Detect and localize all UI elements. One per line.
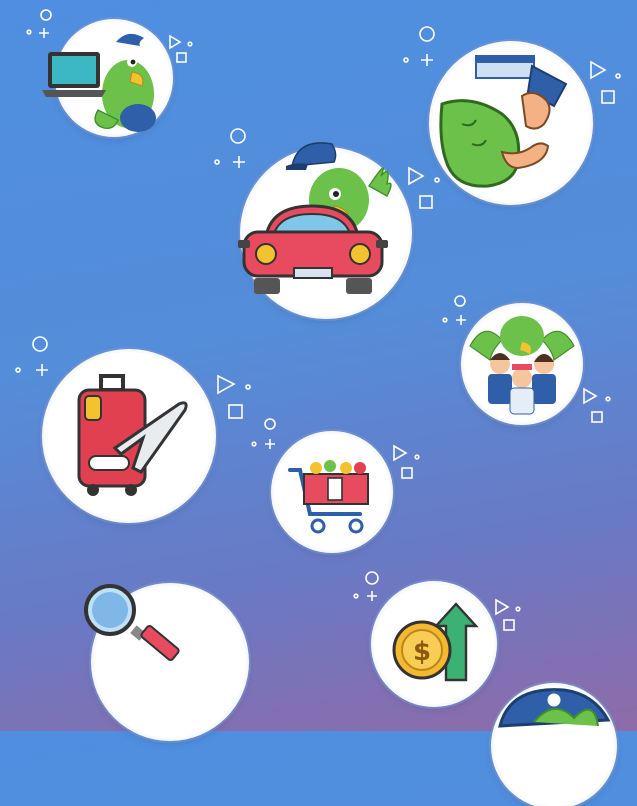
car-icon bbox=[238, 196, 388, 302]
svg-text:$: $ bbox=[413, 637, 431, 667]
cap-icon bbox=[284, 136, 344, 176]
luggage-plane-icon bbox=[77, 374, 188, 496]
bubble-coin: $ bbox=[374, 584, 494, 704]
sparkle-group-top-right-2 bbox=[585, 58, 625, 108]
bubble-parrot-cap bbox=[494, 686, 614, 806]
sparkle-group-luggage bbox=[212, 372, 256, 422]
sparkle-group-right-mid-2 bbox=[580, 385, 620, 429]
shopping-cart-icon bbox=[288, 460, 369, 534]
sparkle-group-coin-2 bbox=[492, 596, 528, 636]
bubble-handshake bbox=[432, 44, 590, 202]
parrot-cap-icon bbox=[498, 688, 611, 728]
laptop-icon bbox=[42, 50, 114, 102]
coin-growth-icon: $ bbox=[392, 602, 479, 682]
magnifier-icon bbox=[80, 580, 180, 672]
bubble-luggage bbox=[45, 352, 213, 520]
parrot-handshake-icon bbox=[439, 55, 568, 188]
sparkle-group-top-left bbox=[22, 6, 62, 46]
sparkle-group-cart-2 bbox=[390, 442, 426, 482]
bubble-team bbox=[464, 306, 580, 422]
bubble-cart bbox=[274, 434, 390, 550]
parrot-team-icon bbox=[469, 316, 575, 415]
